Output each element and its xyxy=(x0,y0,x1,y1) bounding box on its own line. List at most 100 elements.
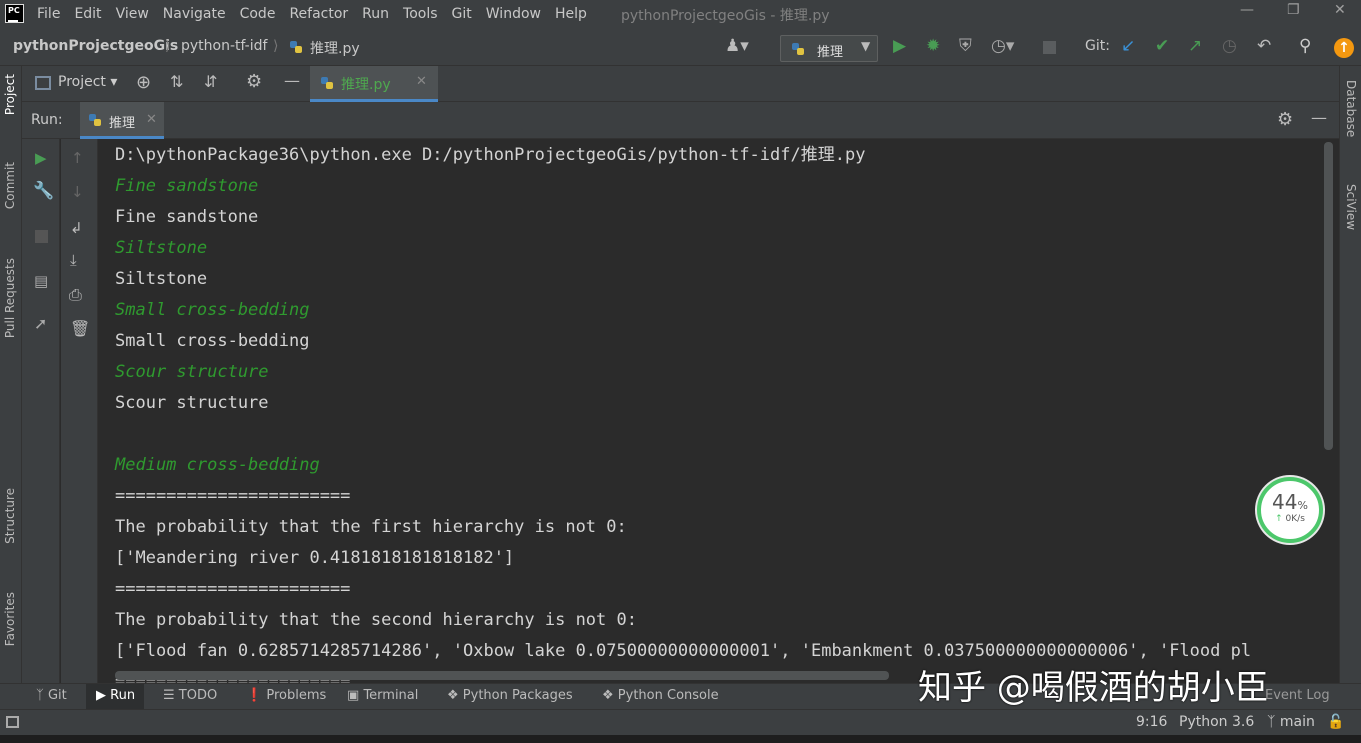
run-actions-gutter: ▶ 🔧 ▤ ➚ xyxy=(22,139,60,683)
profile-icon[interactable]: ◷▾ xyxy=(991,36,1014,56)
close-tab-icon[interactable]: ✕ xyxy=(416,74,427,89)
close-run-tab-icon[interactable]: ✕ xyxy=(146,112,157,127)
python-file-icon xyxy=(289,40,303,54)
structure-tool-tab[interactable]: Structure xyxy=(3,488,17,544)
soft-wrap-icon[interactable]: ↲ xyxy=(70,219,83,237)
bottom-tab-python-console[interactable]: ❖ Python Console xyxy=(602,688,719,703)
user-icon[interactable]: ♟▾ xyxy=(725,36,749,56)
editor-tab-bar: Project ▾ ⊕ ⇅ ⇵ ⚙ — 推理.py ✕ xyxy=(22,66,1339,102)
git-branch[interactable]: ᛉ main xyxy=(1267,714,1315,730)
window-title: pythonProjectgeoGis - 推理.py xyxy=(621,8,830,24)
console-line: Scour structure xyxy=(115,362,269,382)
database-tool-tab[interactable]: Database xyxy=(1344,80,1358,137)
project-tool-tab[interactable]: Project xyxy=(3,74,17,115)
clear-trash-icon[interactable]: 🗑 xyxy=(70,319,90,338)
commit-tool-tab[interactable]: Commit xyxy=(3,162,17,209)
console-line: Scour structure xyxy=(115,393,269,413)
python-console-icon: ❖ xyxy=(602,688,614,703)
taskbar-strip xyxy=(0,735,1361,743)
locate-icon[interactable]: ⊕ xyxy=(136,72,151,93)
favorites-tool-tab[interactable]: Favorites xyxy=(3,592,17,646)
menu-view[interactable]: View xyxy=(116,6,149,22)
collapse-all-icon[interactable]: ⇵ xyxy=(204,72,217,91)
git-commit-icon[interactable]: ✔ xyxy=(1155,36,1169,56)
pull-requests-tool-tab[interactable]: Pull Requests xyxy=(3,258,17,338)
branch-icon: ᛉ xyxy=(1267,714,1276,730)
menu-refactor[interactable]: Refactor xyxy=(289,6,348,22)
up-arrow-icon[interactable]: ↑ xyxy=(71,149,84,167)
run-hide-icon[interactable]: — xyxy=(1311,108,1327,127)
bottom-tab-run[interactable]: ▶ Run xyxy=(96,688,135,703)
menu-tools[interactable]: Tools xyxy=(403,6,438,22)
run-icon[interactable]: ▶ xyxy=(893,36,906,56)
menu-run[interactable]: Run xyxy=(362,6,389,22)
bottom-tab-problems[interactable]: ❗ Problems xyxy=(246,688,326,703)
event-log-tab[interactable]: Event Log xyxy=(1265,688,1330,703)
toggle-tool-windows-icon[interactable] xyxy=(6,716,19,728)
lock-icon[interactable]: 🔓 xyxy=(1327,714,1344,730)
caret-position[interactable]: 9:16 xyxy=(1136,714,1167,730)
pycharm-logo-icon: PC xyxy=(5,4,24,23)
menu-help[interactable]: Help xyxy=(555,6,587,22)
terminal-icon: ▣ xyxy=(347,688,360,703)
update-icon[interactable]: ↑ xyxy=(1334,38,1354,58)
rerun-icon[interactable]: ▶ xyxy=(35,149,47,167)
console-line: ======================= xyxy=(115,579,351,599)
run-tab-icon: ▶ xyxy=(96,688,106,703)
list-icon: ☰ xyxy=(163,688,175,703)
coverage-icon[interactable]: ⛨ xyxy=(959,36,972,56)
console-line: ['Flood fan 0.6285714285714286', 'Oxbow … xyxy=(115,641,1252,661)
expand-all-icon[interactable]: ⇅ xyxy=(170,72,183,91)
rollback-icon[interactable]: ↶ xyxy=(1257,36,1271,56)
wrench-icon[interactable]: 🔧 xyxy=(33,181,54,201)
print-icon[interactable]: ⎙ xyxy=(69,285,82,305)
info-icon: ❗ xyxy=(246,688,263,703)
run-settings-gear-icon[interactable]: ⚙ xyxy=(1277,109,1293,130)
sciview-tool-tab[interactable]: SciView xyxy=(1344,184,1358,230)
vertical-scrollbar[interactable] xyxy=(1324,142,1333,450)
history-icon[interactable]: ◷ xyxy=(1222,36,1237,56)
menu-edit[interactable]: Edit xyxy=(74,6,101,22)
down-arrow-icon[interactable]: ↓ xyxy=(71,183,84,201)
stop-icon[interactable] xyxy=(1043,41,1056,54)
chevron-down-icon: ▼ xyxy=(861,39,871,53)
menu-navigate[interactable]: Navigate xyxy=(163,6,226,22)
git-push-icon[interactable]: ↗ xyxy=(1188,36,1202,56)
console-actions-gutter: ↑ ↓ ↲ ⤓ ⎙ 🗑 xyxy=(61,139,98,683)
python-file-icon xyxy=(321,77,333,89)
settings-gear-icon[interactable]: ⚙ xyxy=(246,71,262,92)
hide-panel-icon[interactable]: — xyxy=(284,71,300,90)
right-tool-strip: Database SciView xyxy=(1339,66,1361,683)
restore-icon[interactable]: ❐ xyxy=(1287,2,1300,18)
layout-icon[interactable]: ▤ xyxy=(34,272,48,290)
run-tab-active[interactable]: 推理 ✕ xyxy=(80,102,164,139)
breadcrumb-file[interactable]: 推理.py xyxy=(310,38,360,58)
gauge-rate: ↑ 0K/s xyxy=(1275,514,1305,524)
menu-git[interactable]: Git xyxy=(452,6,472,22)
project-view-select[interactable]: Project ▾ xyxy=(58,74,117,90)
run-config-select[interactable]: 推理 ▼ xyxy=(780,35,878,62)
console-line: Siltstone xyxy=(115,238,208,258)
horizontal-scrollbar[interactable] xyxy=(115,671,889,680)
close-window-icon[interactable]: ✕ xyxy=(1334,2,1346,18)
bottom-tab-git[interactable]: ᛉ Git xyxy=(36,688,67,703)
stop-run-icon[interactable] xyxy=(35,230,48,243)
menu-bar: PC File Edit View Navigate Code Refactor… xyxy=(0,0,1361,28)
breadcrumb-project[interactable]: pythonProjectgeoGis xyxy=(13,38,178,54)
python-interpreter[interactable]: Python 3.6 xyxy=(1179,714,1254,730)
bottom-tab-todo[interactable]: ☰ TODO xyxy=(163,688,217,703)
pin-icon[interactable]: ➚ xyxy=(34,314,47,333)
minimize-icon[interactable]: — xyxy=(1240,2,1254,18)
scroll-to-end-icon[interactable]: ⤓ xyxy=(70,251,77,269)
menu-window[interactable]: Window xyxy=(486,6,541,22)
menu-code[interactable]: Code xyxy=(240,6,276,22)
search-icon[interactable]: ⚲ xyxy=(1299,36,1311,56)
debug-icon[interactable]: ✹ xyxy=(926,36,940,56)
editor-tab-active[interactable]: 推理.py ✕ xyxy=(310,66,438,102)
menu-file[interactable]: File xyxy=(37,6,60,22)
bottom-tab-python-packages[interactable]: ❖ Python Packages xyxy=(447,688,573,703)
git-update-icon[interactable]: ↙ xyxy=(1121,36,1135,56)
console-output[interactable]: D:\pythonPackage36\python.exe D:/pythonP… xyxy=(98,139,1337,683)
bottom-tab-terminal[interactable]: ▣ Terminal xyxy=(347,688,418,703)
breadcrumb-folder[interactable]: python-tf-idf xyxy=(181,38,267,54)
